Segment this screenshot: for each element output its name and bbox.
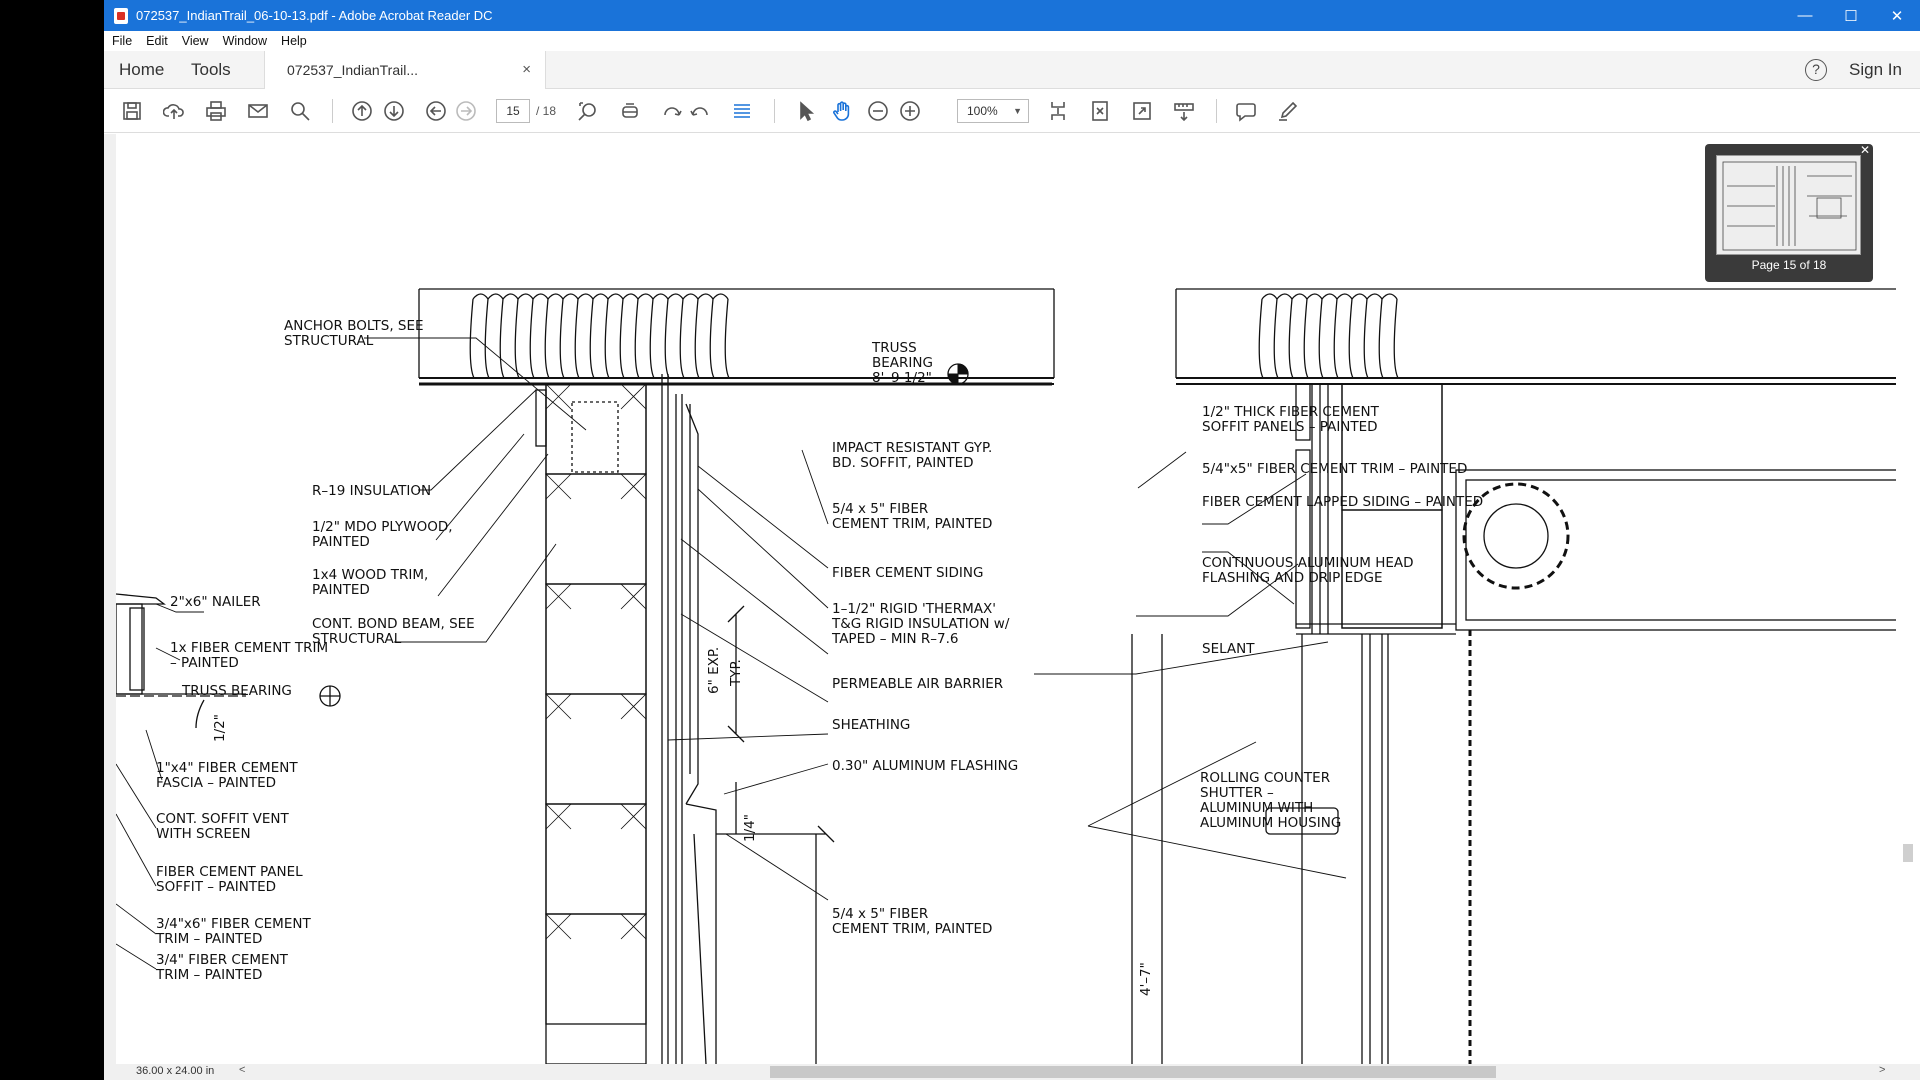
status-bar: 36.00 x 24.00 in < > [104, 1064, 1920, 1080]
label-fiber-cement-siding: FIBER CEMENT SIDING [832, 565, 983, 581]
select-tool-icon[interactable] [794, 99, 818, 123]
next-page-icon[interactable] [382, 99, 406, 123]
highlight-pen-icon[interactable] [1276, 99, 1300, 123]
email-icon[interactable] [246, 99, 270, 123]
page-number-input[interactable]: 15 [496, 99, 530, 123]
thumbnail-page-label: Page 15 of 18 [1751, 258, 1827, 272]
label-aluminum-flashing: 0.30" ALUMINUM FLASHING [832, 758, 1018, 774]
measure-tool-icon[interactable] [1172, 99, 1196, 123]
zoom-select[interactable]: 100% ▼ [957, 99, 1029, 123]
rotate-counterclockwise-icon[interactable] [688, 99, 712, 123]
menu-window[interactable]: Window [223, 34, 267, 48]
page-thumbnail-image[interactable] [1716, 155, 1861, 255]
fit-page-icon[interactable] [1046, 99, 1070, 123]
help-icon[interactable]: ? [1805, 59, 1827, 81]
comment-icon[interactable] [1234, 99, 1258, 123]
toolbar: 15 / 18 100% ▼ [104, 89, 1920, 133]
label-trim-5-4x5: 5/4"x5" FIBER CEMENT TRIM – PAINTED [1202, 461, 1467, 477]
label-mdo-plywood: 1/2" MDO PLYWOOD, PAINTED [312, 519, 453, 550]
scroll-left-arrow[interactable]: < [239, 1064, 245, 1076]
document-view[interactable]: ANCHOR BOLTS, SEE STRUCTURAL R–19 INSULAT… [104, 134, 1920, 1064]
vertical-scroll-thumb[interactable] [1903, 844, 1913, 862]
rotate-clockwise-icon[interactable] [660, 99, 684, 123]
zoom-in-icon[interactable] [898, 99, 922, 123]
label-anchor-bolts: ANCHOR BOLTS, SEE STRUCTURAL [284, 318, 424, 349]
sign-in-button[interactable]: Sign In [1849, 51, 1902, 89]
label-panel-soffit: FIBER CEMENT PANEL SOFFIT – PAINTED [156, 864, 303, 895]
full-screen-icon[interactable] [1088, 99, 1112, 123]
upload-cloud-icon[interactable] [162, 99, 186, 123]
search-icon[interactable] [288, 99, 312, 123]
label-air-barrier: PERMEABLE AIR BARRIER [832, 676, 1003, 692]
acrobat-window: 072537_IndianTrail_06-10-13.pdf - Adobe … [104, 0, 1920, 1080]
hand-tool-icon[interactable] [830, 99, 854, 123]
label-sheathing: SHEATHING [832, 717, 910, 733]
menu-file[interactable]: File [112, 34, 132, 48]
page-thumbnail-popup[interactable]: ✕ Page 15 of 18 [1705, 143, 1873, 282]
menu-edit[interactable]: Edit [146, 34, 168, 48]
scroll-right-arrow[interactable]: > [1879, 1064, 1885, 1076]
dim-quarter: 1/4" [742, 814, 758, 842]
label-truss-bearing-left: TRUSS BEARING [181, 683, 292, 699]
forward-view-icon [454, 99, 478, 123]
chevron-down-icon: ▼ [1013, 106, 1022, 116]
label-selant: SELANT [1202, 641, 1255, 657]
zoom-out-icon[interactable] [866, 99, 890, 123]
label-head-flashing: CONTINUOUS ALUMINUM HEAD FLASHING AND DRI… [1202, 555, 1414, 586]
label-gyp-soffit: IMPACT RESISTANT GYP. BD. SOFFIT, PAINTED [832, 440, 992, 471]
marquee-zoom-icon[interactable] [576, 99, 600, 123]
dim-typ: TYP. [728, 659, 744, 687]
label-fiber-cement-trim: 1x FIBER CEMENT TRIM – PAINTED [170, 640, 328, 671]
back-view-icon[interactable] [424, 99, 448, 123]
tab-bar: Home Tools 072537_IndianTrail... × ? Sig… [104, 51, 1920, 89]
tab-document[interactable]: 072537_IndianTrail... × [264, 51, 546, 89]
maximize-button[interactable]: ☐ [1828, 0, 1874, 31]
close-thumbnail-icon[interactable]: ✕ [1860, 143, 1870, 157]
window-title: 072537_IndianTrail_06-10-13.pdf - Adobe … [136, 8, 493, 23]
page-display-icon[interactable] [730, 99, 754, 123]
label-rolling-shutter: ROLLING COUNTER SHUTTER – ALUMINUM WITH ALU… [1200, 770, 1341, 831]
tab-home[interactable]: Home [119, 51, 164, 89]
label-thermax: 1–1/2" RIGID 'THERMAX' T&G RIGID INSULATI… [831, 601, 1010, 647]
drawing-canvas: ANCHOR BOLTS, SEE STRUCTURAL R–19 INSULAT… [116, 288, 1911, 1064]
label-wood-trim: 1x4 WOOD TRIM, PAINTED [312, 567, 428, 598]
vertical-scrollbar[interactable] [1896, 134, 1920, 1064]
save-icon[interactable] [120, 99, 144, 123]
page-size-label: 36.00 x 24.00 in [136, 1065, 215, 1077]
zoom-value: 100% [967, 104, 998, 118]
label-soffit-vent: CONT. SOFFIT VENT WITH SCREEN [156, 811, 289, 842]
close-tab-icon[interactable]: × [522, 51, 531, 89]
pdf-file-icon [114, 7, 128, 24]
close-button[interactable]: ✕ [1874, 0, 1920, 31]
dim-half: 1/2" [212, 714, 228, 742]
label-fascia: 1"x4" FIBER CEMENT FASCIA – PAINTED [156, 760, 298, 791]
label-nailer: 2"x6" NAILER [170, 594, 261, 610]
label-r19-insulation: R–19 INSULATION [312, 483, 431, 499]
label-cement-trim-bottom: 5/4 x 5" FIBER CEMENT TRIM, PAINTED [832, 906, 992, 937]
title-bar: 072537_IndianTrail_06-10-13.pdf - Adobe … [104, 0, 1920, 31]
menu-view[interactable]: View [182, 34, 209, 48]
document-tab-label: 072537_IndianTrail... [287, 62, 419, 78]
menu-help[interactable]: Help [281, 34, 307, 48]
label-trim-3-4x6: 3/4"x6" FIBER CEMENT TRIM – PAINTED [155, 916, 311, 947]
dim-exp: 6" EXP. [706, 647, 722, 694]
horizontal-scroll-thumb[interactable] [770, 1066, 1496, 1078]
label-lapped-siding: FIBER CEMENT LAPPED SIDING – PAINTED [1202, 494, 1483, 510]
label-soffit-panels: 1/2" THICK FIBER CEMENT SOFFIT PANELS – P… [1202, 404, 1380, 435]
label-trim-3-4: 3/4" FIBER CEMENT TRIM – PAINTED [155, 952, 289, 983]
read-mode-icon[interactable] [1130, 99, 1154, 123]
tab-tools[interactable]: Tools [191, 51, 231, 89]
print-icon[interactable] [204, 99, 228, 123]
minimize-button[interactable]: — [1782, 0, 1828, 31]
label-cement-trim-top: 5/4 x 5" FIBER CEMENT TRIM, PAINTED [832, 501, 992, 532]
menu-bar: File Edit View Window Help [104, 31, 1920, 51]
scroll-mode-icon[interactable] [618, 99, 642, 123]
dim-height: 4'–7" [1138, 962, 1154, 996]
page-total: / 18 [536, 104, 557, 118]
label-truss-bearing: TRUSS BEARING 8'–9 1/2" [871, 340, 933, 386]
previous-page-icon[interactable] [350, 99, 374, 123]
